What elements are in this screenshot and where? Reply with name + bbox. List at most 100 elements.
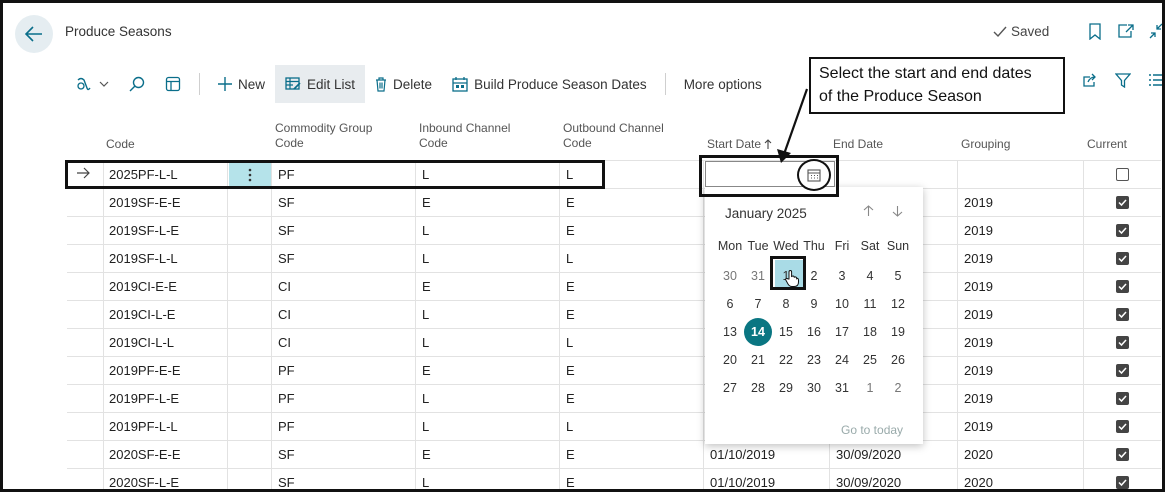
cell-commodity[interactable]: SF [278, 189, 295, 217]
cell-inbound[interactable]: L [422, 217, 429, 245]
cell-inbound[interactable]: E [422, 189, 431, 217]
current-checkbox[interactable] [1116, 392, 1129, 405]
cell-inbound[interactable]: E [422, 273, 431, 301]
cell-grouping[interactable]: 2020 [964, 469, 993, 489]
calendar-day[interactable]: 21 [744, 346, 772, 374]
next-month-button[interactable] [892, 205, 903, 220]
column-header-code[interactable]: Code [106, 137, 135, 152]
cell-end[interactable]: 30/09/2020 [836, 469, 901, 489]
current-checkbox[interactable] [1116, 420, 1129, 433]
analysis-button[interactable] [155, 65, 191, 103]
calendar-day[interactable]: 26 [884, 346, 912, 374]
cell-commodity[interactable]: PF [278, 413, 295, 441]
delete-button[interactable]: Delete [365, 65, 442, 103]
cell-outbound[interactable]: E [566, 189, 575, 217]
current-checkbox[interactable] [1116, 224, 1129, 237]
cell-commodity[interactable]: SF [278, 441, 295, 469]
calendar-day[interactable]: 9 [800, 290, 828, 318]
column-header-commodity-group-code[interactable]: Commodity Group Code [275, 121, 372, 151]
calendar-day[interactable]: 31 [744, 262, 772, 290]
calendar-day[interactable]: 8 [772, 290, 800, 318]
cell-outbound[interactable]: E [566, 469, 575, 489]
table-row[interactable]: 2019CI-E-E CI E E 2019 [67, 272, 1161, 300]
cell-commodity[interactable]: CI [278, 273, 291, 301]
cell-outbound[interactable]: E [566, 217, 575, 245]
table-row[interactable]: 2020SF-E-E SF E E 01/10/2019 30/09/2020 2020 [67, 440, 1161, 468]
cell-inbound[interactable]: L [422, 385, 429, 413]
calendar-day[interactable]: 17 [828, 318, 856, 346]
cell-code[interactable]: 2019PF-L-E [109, 385, 179, 413]
column-header-inbound-channel-code[interactable]: Inbound Channel Code [419, 121, 510, 151]
bookmark-icon[interactable] [1088, 23, 1102, 43]
cell-start[interactable]: 01/10/2019 [710, 469, 775, 489]
cell-commodity[interactable]: PF [278, 357, 295, 385]
calendar-day[interactable]: 12 [884, 290, 912, 318]
cell-outbound[interactable]: E [566, 273, 575, 301]
column-header-grouping[interactable]: Grouping [961, 137, 1010, 152]
calendar-day[interactable]: 23 [800, 346, 828, 374]
cell-commodity[interactable]: CI [278, 301, 291, 329]
table-row[interactable]: 2020SF-L-E SF L E 01/10/2019 30/09/2020 2020 [67, 468, 1161, 489]
date-picker-month[interactable]: January 2025 [725, 206, 807, 221]
current-checkbox[interactable] [1116, 168, 1129, 181]
table-row[interactable]: 2019SF-L-L SF L L 2019 [67, 244, 1161, 272]
table-row[interactable]: 2019PF-L-E PF L E 2019 [67, 384, 1161, 412]
calendar-day[interactable]: 25 [856, 346, 884, 374]
cell-commodity[interactable]: SF [278, 245, 295, 273]
cell-inbound[interactable]: L [422, 329, 429, 357]
calendar-button[interactable] [797, 159, 831, 191]
cell-inbound[interactable]: L [422, 245, 429, 273]
open-new-window-icon[interactable] [1117, 23, 1135, 42]
cell-outbound[interactable]: E [566, 385, 575, 413]
cell-commodity[interactable]: PF [278, 385, 295, 413]
table-row[interactable]: 2019PF-L-L PF L L 2019 [67, 412, 1161, 440]
cell-start[interactable]: 01/10/2019 [710, 441, 775, 469]
cell-code[interactable]: 2019SF-E-E [109, 189, 181, 217]
filter-icon[interactable] [1114, 73, 1132, 91]
cell-code[interactable]: 2020SF-L-E [109, 469, 179, 489]
table-row[interactable]: 2019SF-L-E SF L E 2019 [67, 216, 1161, 244]
list-view-icon[interactable] [1149, 73, 1162, 90]
cell-inbound[interactable]: E [422, 441, 431, 469]
edit-list-button[interactable]: Edit List [275, 65, 366, 103]
current-checkbox[interactable] [1116, 252, 1129, 265]
calendar-day[interactable]: 6 [716, 290, 744, 318]
calendar-day[interactable]: 28 [744, 374, 772, 402]
cell-grouping[interactable]: 2019 [964, 189, 993, 217]
cell-inbound[interactable]: L [422, 301, 429, 329]
previous-month-button[interactable] [863, 205, 874, 220]
back-button[interactable] [15, 15, 53, 53]
calendar-day[interactable]: 29 [772, 374, 800, 402]
calendar-day[interactable]: 20 [716, 346, 744, 374]
cell-outbound[interactable]: L [566, 245, 573, 273]
calendar-day[interactable]: 27 [716, 374, 744, 402]
cell-grouping[interactable]: 2019 [964, 385, 993, 413]
calendar-day[interactable]: 30 [716, 262, 744, 290]
collapse-icon[interactable] [1149, 23, 1162, 42]
current-checkbox[interactable] [1116, 280, 1129, 293]
calendar-day[interactable]: 11 [856, 290, 884, 318]
column-header-outbound-channel-code[interactable]: Outbound Channel Code [563, 121, 664, 151]
cell-grouping[interactable]: 2019 [964, 217, 993, 245]
table-row[interactable]: 2019CI-L-E CI L E 2019 [67, 300, 1161, 328]
calendar-day[interactable]: 30 [800, 374, 828, 402]
cell-code[interactable]: 2019PF-L-L [109, 413, 178, 441]
calendar-day[interactable]: 5 [884, 262, 912, 290]
calendar-day[interactable]: 31 [828, 374, 856, 402]
cell-grouping[interactable]: 2019 [964, 357, 993, 385]
table-row[interactable]: 2019SF-E-E SF E E 2019 [67, 188, 1161, 216]
calendar-day[interactable]: 24 [828, 346, 856, 374]
current-checkbox[interactable] [1116, 196, 1129, 209]
calendar-day[interactable]: 16 [800, 318, 828, 346]
cell-commodity[interactable]: SF [278, 469, 295, 489]
column-header-current[interactable]: Current [1087, 137, 1127, 152]
cell-code[interactable]: 2019CI-E-E [109, 273, 177, 301]
cell-inbound[interactable]: L [422, 413, 429, 441]
column-header-end-date[interactable]: End Date [833, 137, 883, 152]
current-checkbox[interactable] [1116, 336, 1129, 349]
search-button[interactable] [119, 65, 155, 103]
calendar-day[interactable]: 4 [856, 262, 884, 290]
calendar-day[interactable]: 2 [884, 374, 912, 402]
cell-grouping[interactable]: 2019 [964, 413, 993, 441]
calendar-day[interactable]: 3 [828, 262, 856, 290]
